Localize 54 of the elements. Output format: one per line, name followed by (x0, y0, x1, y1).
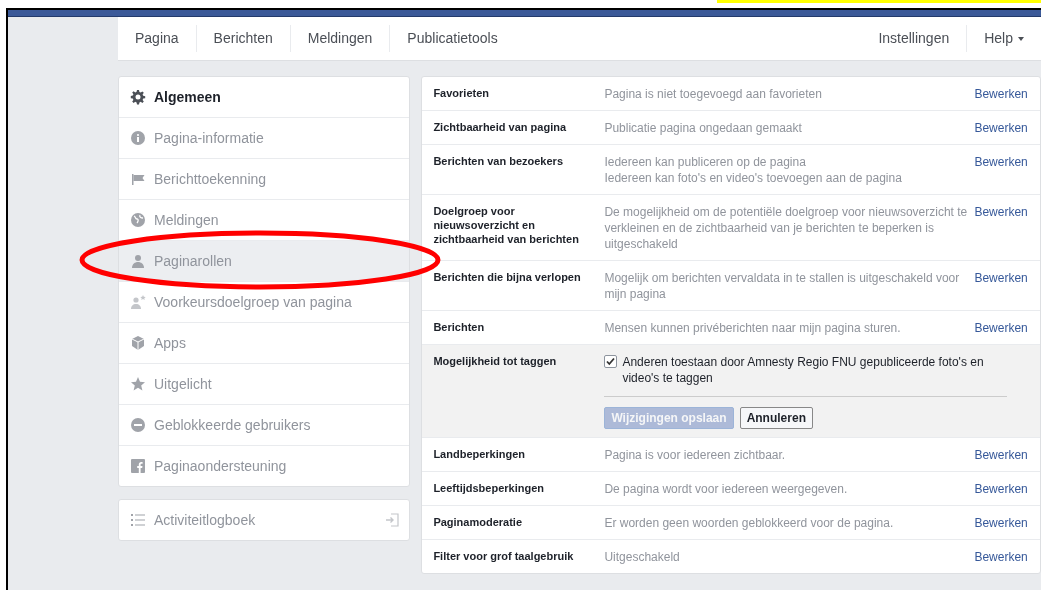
setting-label: Doelgroep voor nieuwsoverzicht en zichtbaarheid van berichten (433, 204, 580, 247)
letter-f-icon (131, 459, 145, 473)
setting-label: Zichtbaarheid van pagina (433, 120, 568, 135)
person-icon (131, 254, 145, 268)
nav-link[interactable]: Instellingen (861, 25, 967, 52)
globe-icon (131, 213, 145, 227)
edit-link[interactable]: Bewerken (974, 204, 1028, 252)
edit-link[interactable]: Bewerken (974, 120, 1028, 136)
edit-link[interactable]: Bewerken (974, 320, 1028, 336)
edit-link[interactable]: Bewerken (974, 270, 1028, 302)
setting-value: Pagina is niet toegevoegd aan favorieten (604, 86, 823, 102)
setting-label: Leeftijdsbeperkingen (433, 481, 546, 496)
setting-value: Uitgeschakeld (604, 549, 681, 565)
setting-value: Mensen kunnen privéberichten naar mijn pagina sturen. (604, 320, 902, 336)
setting-label: Paginamoderatie (433, 515, 524, 530)
setting-label: Berichten van bezoekers (433, 154, 564, 169)
cancel-button[interactable]: Annuleren (739, 407, 813, 429)
setting-value: Pagina is voor iedereen zichtbaar. (604, 447, 787, 463)
setting-value: Iedereen kan publiceren op de pagina (604, 154, 807, 170)
setting-label: Filter voor grof taalgebruik (433, 549, 575, 564)
edit-link[interactable]: Bewerken (974, 86, 1028, 102)
setting-label: Berichten (433, 320, 486, 335)
edit-link[interactable]: Bewerken (974, 549, 1028, 565)
setting-value: De mogelijkheid om de potentiële doelgroep voor nieuwsoverzicht te verkleinen en de zichtbaarheid van je berichten te beperken is uitgeschakeld (604, 204, 969, 252)
nav-tab[interactable]: Pagina (118, 25, 196, 52)
setting-value: Publicatie pagina ongedaan gemaakt (604, 120, 803, 136)
cube-icon (131, 336, 145, 350)
nav-tab[interactable]: Meldingen (289, 25, 390, 52)
edit-link[interactable]: Bewerken (974, 447, 1028, 463)
list-icon (131, 514, 145, 526)
edit-link[interactable]: Bewerken (974, 481, 1028, 497)
menu-item[interactable]: Algemeen (119, 77, 410, 117)
setting-label: Berichten die bijna verlopen (433, 270, 582, 285)
setting-label: Landbeperkingen (433, 447, 527, 462)
nav-tab[interactable]: Publicatietools (389, 25, 515, 52)
nav-link[interactable]: Help (966, 25, 1041, 52)
setting-value: De pagina wordt voor iedereen weergegeven. (604, 481, 849, 497)
setting-value: Mogelijk om berichten vervaldata in te stallen is uitgeschakeld voor mijn pagina (604, 270, 961, 302)
setting-label: Favorieten (433, 86, 491, 101)
settings-icon (130, 89, 146, 105)
info-icon (131, 131, 145, 145)
edit-link[interactable]: Bewerken (974, 154, 1028, 186)
person-star-icon (130, 295, 146, 309)
setting-value: Iedereen kan foto's en video's toevoegen aan de pagina (604, 170, 903, 186)
checkbox[interactable] (604, 355, 618, 368)
nav-tab[interactable]: Berichten (195, 25, 290, 52)
checkbox-label: Anderen toestaan door Amnesty Regio FNU gepubliceerde foto's en video's te taggen (622, 354, 985, 386)
setting-label: Mogelijkheid tot taggen (433, 354, 558, 369)
exit-icon (385, 513, 400, 527)
star-icon (131, 377, 145, 391)
flag-icon (131, 172, 145, 186)
edit-link[interactable]: Bewerken (974, 515, 1028, 531)
setting-value: Er worden geen woorden geblokkeerd voor de pagina. (604, 515, 895, 531)
minus-circle-icon (131, 418, 145, 432)
